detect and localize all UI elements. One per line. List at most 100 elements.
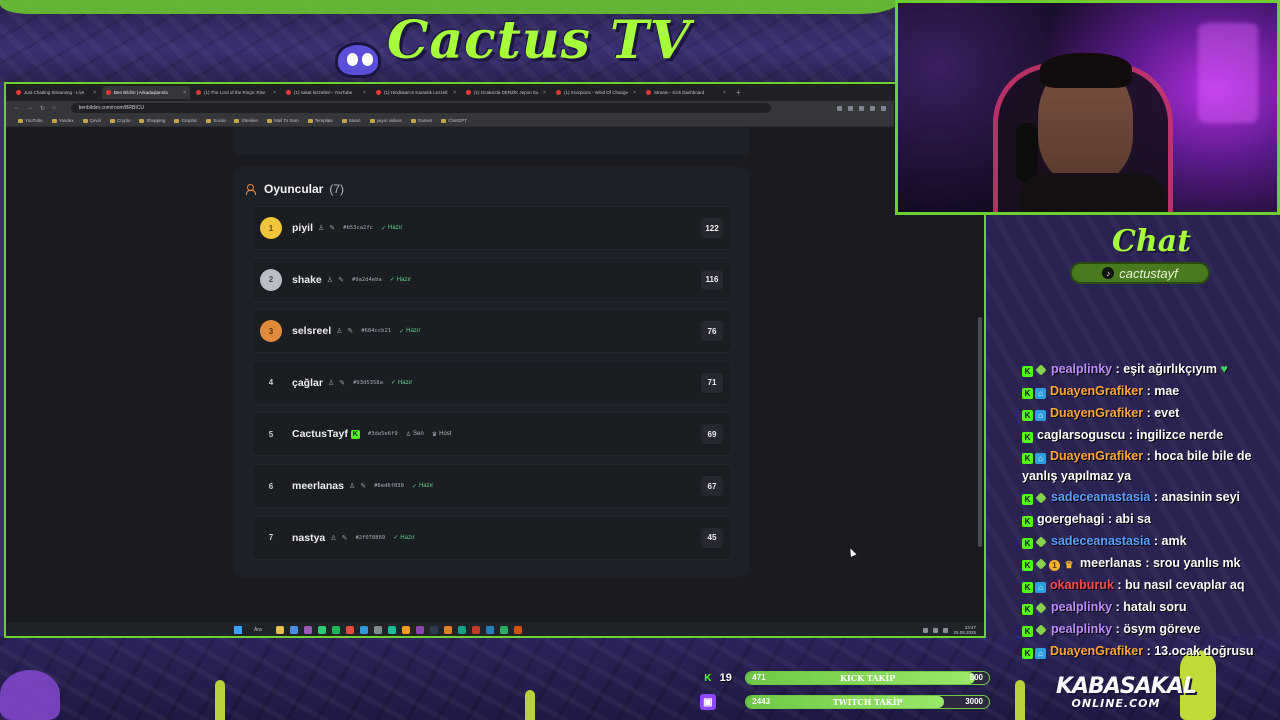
tab-close-icon[interactable]: × <box>273 90 276 96</box>
chat-message: Kgoergehagi : abi sa <box>1022 508 1276 530</box>
kick-follow-goal: K 19 471 KICK TAKİP 500 <box>700 670 990 686</box>
tab-close-icon[interactable]: × <box>453 90 456 96</box>
kick-icon: K <box>1022 560 1033 571</box>
browser-tab[interactable]: Stream - Kick Dashboard × <box>642 86 730 99</box>
bookmark-item[interactable]: Social <box>206 118 225 123</box>
chat-panel: Chat ♪ cactustayf Kpealplinky : eşit ağı… <box>1008 220 1276 660</box>
player-id: #93d5358a <box>353 379 383 386</box>
chat-text: : hatalı soru <box>1112 600 1187 614</box>
channel-logo: Cactus TV <box>335 8 690 82</box>
bookmark-item[interactable]: Mail To Sam <box>266 118 299 123</box>
reload-icon[interactable]: ↻ <box>40 105 45 112</box>
tab-close-icon[interactable]: × <box>93 90 96 96</box>
status-label: Sen <box>413 431 424 438</box>
tiktok-icon: ♪ <box>1102 267 1115 279</box>
bookmark-label: Games <box>417 118 433 123</box>
kick-icon: K <box>350 429 360 439</box>
bookmark-label: İzlenilen <box>241 118 258 123</box>
bookmark-item[interactable]: Shopping <box>139 118 165 123</box>
chat-text: : ingilizce nerde <box>1125 428 1224 442</box>
chat-username: pealplinky <box>1051 600 1113 614</box>
folder-icon <box>266 118 272 123</box>
tab-close-icon[interactable]: × <box>183 90 186 96</box>
user-icon: ♙ <box>405 431 412 438</box>
player-id: #2f078869 <box>355 534 386 541</box>
kick-user-icon[interactable]: ✎ <box>339 379 345 387</box>
goal-target: 3000 <box>965 697 983 706</box>
kick-user-icon[interactable]: ✎ <box>360 482 366 490</box>
chat-text: : anasinin seyi <box>1150 490 1241 504</box>
browser-tab[interactable]: (1) Scorpions - Wind Of Change × <box>552 86 640 99</box>
chat-message: K 1 ♛ meerlanas : srou yanlıs mk <box>1022 552 1276 574</box>
bookmark-item[interactable]: yayın videos <box>369 118 402 123</box>
chat-username: meerlanas <box>1080 556 1142 570</box>
cactus-icon <box>525 690 535 720</box>
folder-icon <box>174 118 180 123</box>
kick-icon: K <box>1022 538 1033 549</box>
bookmark-item[interactable]: Çeviri <box>82 118 101 123</box>
bookmark-label: Music <box>348 118 361 123</box>
kick-user-icon[interactable]: ✎ <box>329 224 335 232</box>
web-page: Oyuncular (7) 1 piyil ♙ ✎ #b53ca2fc ✓ Hazır 122… <box>6 127 984 622</box>
player-name: piyil <box>292 222 314 234</box>
player-score: 69 <box>701 424 723 445</box>
browser-tab[interactable]: (1) The Lord of the Rings: Rise × <box>192 86 280 99</box>
kick-user-icon[interactable]: ✎ <box>342 534 348 542</box>
kick-icon: K <box>1022 432 1033 443</box>
player-score: 45 <box>701 527 723 548</box>
tab-close-icon[interactable]: × <box>543 90 546 96</box>
home-icon[interactable]: ⌂ <box>52 105 56 111</box>
bookmark-item[interactable]: YouTube <box>18 118 43 123</box>
tab-favicon-icon <box>556 90 561 95</box>
bookmark-item[interactable]: Crypto <box>110 118 130 123</box>
kick-icon: K <box>1022 516 1033 527</box>
chat-message: Kcaglarsoguscu : ingilizce nerde <box>1022 424 1276 446</box>
folder-icon <box>18 118 23 123</box>
player-score: 122 <box>701 218 723 238</box>
bookmark-item[interactable]: Yandex <box>51 118 74 123</box>
taskbar-apps[interactable] <box>275 626 522 634</box>
taskbar-search[interactable]: Ara <box>254 627 262 633</box>
tab-favicon-icon <box>106 90 111 95</box>
browser-tab[interactable]: Ben Bildim | Arkadaşlarınla × <box>102 86 190 99</box>
url-field[interactable]: benbildim.com/room/BRBICU <box>70 103 771 113</box>
bookmark-item[interactable]: Music <box>341 118 361 123</box>
kick-icon: K <box>1022 388 1033 399</box>
chat-message: Kpealplinky : hatalı soru <box>1022 596 1276 618</box>
bookmark-label: Graphic <box>181 118 198 123</box>
bookmark-item[interactable]: İzlenilen <box>234 118 258 123</box>
tab-close-icon[interactable]: × <box>723 90 726 96</box>
tab-close-icon[interactable]: × <box>363 90 366 96</box>
browser-tab[interactable]: (1) Ocaksi'da DERZİK Jepon Su × <box>462 86 550 99</box>
kick-user-icon[interactable]: ✎ <box>338 276 344 284</box>
goal-target: 500 <box>969 673 983 682</box>
bookmark-item[interactable]: Template <box>307 118 333 123</box>
subscriber-icon <box>1035 364 1047 376</box>
back-icon[interactable]: ← <box>14 105 20 111</box>
forward-icon[interactable]: → <box>27 105 33 111</box>
chat-username: sadeceanastasia <box>1051 534 1151 548</box>
bookmark-item[interactable]: ChatGPT <box>441 118 467 123</box>
bookmark-item[interactable]: Games <box>410 118 433 123</box>
browser-tab[interactable]: (1) sakat lezzetleri - YouTube × <box>282 86 370 99</box>
new-tab-icon[interactable]: + <box>736 88 741 97</box>
player-name: selsreel <box>292 325 332 338</box>
browser-tab[interactable]: Just Chatting Streaming - Live × <box>12 86 100 99</box>
clock: 23:47 25.08.2025 <box>953 625 976 635</box>
cactus-icon <box>215 680 225 720</box>
tab-close-icon[interactable]: × <box>633 90 636 96</box>
player-score: 71 <box>701 372 723 393</box>
bookmark-item[interactable]: Graphic <box>174 118 197 123</box>
folder-icon <box>139 118 145 123</box>
windows-start-icon[interactable] <box>234 626 242 634</box>
check-icon: ✓ <box>393 535 399 542</box>
browser-tab[interactable]: (1) Hindistan'ın Karanlık Lezzetl × <box>372 86 460 99</box>
player-id: #6ed6f030 <box>374 483 404 489</box>
status-badge: ✓ Hazır <box>393 534 414 542</box>
twitch-icon: ▣ <box>700 694 716 710</box>
page-scrollbar[interactable] <box>978 317 982 547</box>
kick-user-icon[interactable]: ✎ <box>347 327 353 335</box>
screen-capture: Just Chatting Streaming - Live × Ben Bildi… <box>4 82 986 638</box>
extension-icons[interactable] <box>837 105 886 111</box>
system-tray[interactable]: 23:47 25.08.2025 <box>923 625 976 635</box>
